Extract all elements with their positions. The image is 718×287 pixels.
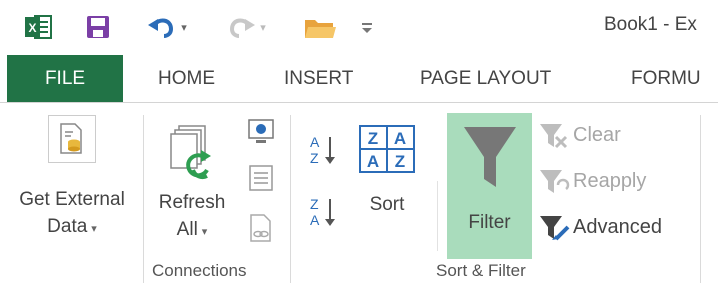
ribbon-panel: Get External Data ▾ Refresh All ▾ Connec… <box>0 102 718 287</box>
svg-text:A: A <box>394 129 406 148</box>
window-title: Book1 - Ex <box>604 14 697 35</box>
save-icon[interactable] <box>82 11 114 43</box>
svg-text:A: A <box>310 212 320 228</box>
svg-text:Z: Z <box>368 129 378 148</box>
sort-filter-group-label: Sort & Filter <box>436 261 526 280</box>
undo-icon[interactable]: ▾ <box>142 11 192 43</box>
connections-icon[interactable] <box>246 117 276 152</box>
chevron-down-icon[interactable]: ▾ <box>181 21 187 34</box>
edit-links-icon[interactable] <box>246 213 276 248</box>
get-external-data-button[interactable]: Get External Data ▾ <box>7 115 137 243</box>
tab-formulas[interactable]: FORMU <box>631 55 701 102</box>
sort-label: Sort <box>369 194 405 215</box>
filter-button[interactable]: Filter <box>447 113 532 259</box>
sort-a-to-z-icon[interactable]: A Z <box>308 133 340 172</box>
svg-text:X: X <box>28 21 36 35</box>
refresh-all-label-line2: All ▾ <box>176 219 208 240</box>
reapply-filter-icon <box>538 167 570 195</box>
svg-text:Z: Z <box>310 150 319 166</box>
ribbon-tabs: FILE HOME INSERT PAGE LAYOUT FORMU <box>0 55 718 102</box>
chevron-down-icon[interactable]: ▾ <box>260 21 266 34</box>
tab-home[interactable]: HOME <box>158 55 215 102</box>
clear-button[interactable]: Clear <box>538 121 621 149</box>
refresh-all-button[interactable]: Refresh All ▾ <box>152 123 232 246</box>
sort-grid-icon: Z A A Z <box>357 123 417 175</box>
sort-z-to-a-icon[interactable]: Z A <box>308 195 340 234</box>
svg-text:Z: Z <box>395 152 405 171</box>
reapply-button[interactable]: Reapply <box>538 167 646 195</box>
svg-text:A: A <box>367 152 379 171</box>
refresh-icon <box>162 123 222 185</box>
tab-page-layout[interactable]: PAGE LAYOUT <box>420 55 551 102</box>
group-separator <box>290 115 291 283</box>
quick-access-toolbar: X ▾ ▾ Book1 - Ex <box>0 0 718 55</box>
chevron-down-icon: ▾ <box>91 223 97 235</box>
advanced-button[interactable]: Advanced <box>538 213 662 241</box>
excel-logo-icon: X <box>20 11 56 43</box>
database-document-icon <box>48 115 96 163</box>
reapply-label: Reapply <box>573 169 647 192</box>
tab-insert[interactable]: INSERT <box>284 55 353 102</box>
svg-text:A: A <box>310 134 320 150</box>
advanced-label: Advanced <box>573 215 662 238</box>
group-separator <box>143 115 144 283</box>
open-folder-icon[interactable] <box>300 11 340 43</box>
redo-icon[interactable]: ▾ <box>220 11 272 43</box>
clear-filter-icon <box>538 121 570 149</box>
sort-button[interactable]: Z A A Z Sort <box>354 123 420 218</box>
tab-file[interactable]: FILE <box>7 55 123 102</box>
refresh-all-label-line1: Refresh <box>158 192 226 213</box>
connections-group-label: Connections <box>152 261 247 280</box>
properties-icon[interactable] <box>246 163 276 198</box>
svg-text:Z: Z <box>310 196 319 212</box>
button-separator <box>437 181 438 251</box>
filter-funnel-icon <box>462 123 518 193</box>
group-separator <box>700 115 701 283</box>
advanced-filter-icon <box>538 213 570 241</box>
chevron-down-icon: ▾ <box>201 226 208 238</box>
get-external-data-label-line2: Data ▾ <box>47 216 97 237</box>
clear-label: Clear <box>573 123 621 146</box>
get-external-data-label-line1: Get External <box>19 189 125 210</box>
customize-qat-icon[interactable] <box>354 11 380 43</box>
filter-label: Filter <box>468 212 511 233</box>
